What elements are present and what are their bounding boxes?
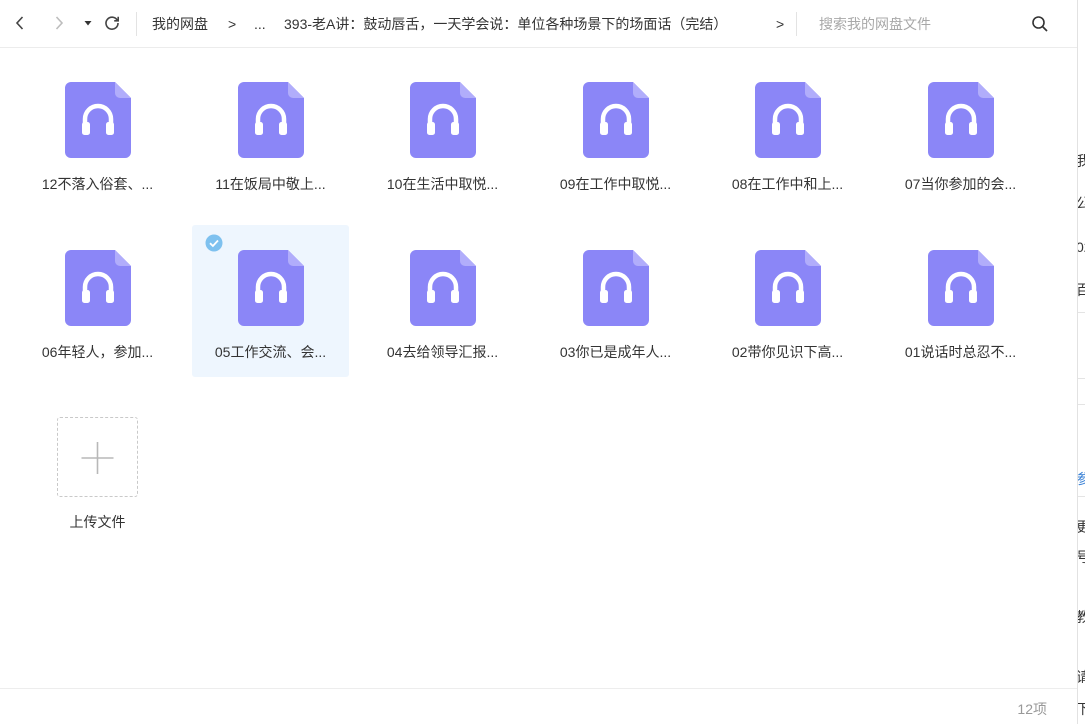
- file-item[interactable]: 02带你见识下高...: [709, 225, 866, 377]
- audio-file-icon: [583, 250, 649, 326]
- file-name: 12不落入俗套、...: [41, 176, 154, 192]
- refresh-icon: [105, 16, 119, 30]
- search-button[interactable]: [1028, 12, 1052, 36]
- breadcrumb-current-folder[interactable]: 393-老A讲：鼓动唇舌，一天学会说：单位各种场景下的场面话（完结）: [284, 14, 727, 34]
- file-item[interactable]: 01说话时总忍不...: [882, 225, 1039, 377]
- file-name: 01说话时总忍不...: [904, 344, 1017, 360]
- status-bar: 12项: [0, 688, 1077, 724]
- audio-file-icon: [583, 82, 649, 158]
- audio-file-icon: [755, 250, 821, 326]
- search-input[interactable]: [808, 10, 1018, 38]
- file-name: 03你已是成年人...: [559, 344, 672, 360]
- file-name: 11在饭局中敬上...: [215, 176, 326, 192]
- file-name: 02带你见识下高...: [731, 344, 844, 360]
- file-item[interactable]: 03你已是成年人...: [537, 225, 694, 377]
- background-text: 更: [1078, 518, 1085, 536]
- file-item[interactable]: 08在工作中和上...: [709, 57, 866, 209]
- file-item[interactable]: 05工作交流、会...: [192, 225, 349, 377]
- file-name: 08在工作中和上...: [731, 176, 844, 192]
- breadcrumb-separator: >: [228, 16, 237, 32]
- search-icon: [1032, 16, 1048, 32]
- background-text: 百: [1078, 281, 1085, 299]
- background-text: 参: [1078, 470, 1085, 488]
- breadcrumb-separator: >: [776, 16, 785, 32]
- file-name: 09在工作中取悦...: [559, 176, 672, 192]
- file-item[interactable]: 12不落入俗套、...: [19, 57, 176, 209]
- file-name: 10在生活中取悦...: [386, 176, 499, 192]
- caret-down-icon: [84, 21, 92, 26]
- file-item[interactable]: 10在生活中取悦...: [364, 57, 521, 209]
- background-text: 下: [1078, 700, 1085, 718]
- file-item[interactable]: 11在饭局中敬上...: [192, 57, 349, 209]
- background-window-edge: 我 公 02 百 参 更 号 教 请 下: [1077, 0, 1085, 724]
- background-divider: [1078, 496, 1085, 497]
- background-text: 公: [1078, 194, 1085, 212]
- checkmark-icon[interactable]: [205, 234, 223, 252]
- file-item[interactable]: 09在工作中取悦...: [537, 57, 694, 209]
- item-count: 12项: [1017, 701, 1047, 717]
- search-divider: [796, 12, 797, 36]
- file-name: 07当你参加的会...: [904, 176, 1017, 192]
- refresh-button[interactable]: [101, 12, 123, 34]
- file-name: 06年轻人，参加...: [41, 344, 154, 360]
- plus-icon: [81, 442, 114, 474]
- file-item[interactable]: 04去给领导汇报...: [364, 225, 521, 377]
- chevron-right-icon: [55, 16, 64, 30]
- audio-file-icon: [65, 250, 131, 326]
- upload-dropzone[interactable]: [57, 417, 138, 497]
- background-text: 我: [1078, 152, 1085, 170]
- file-name: 05工作交流、会...: [214, 344, 327, 360]
- chevron-left-icon: [15, 16, 24, 30]
- background-text: 请: [1078, 668, 1085, 686]
- audio-file-icon: [755, 82, 821, 158]
- back-button[interactable]: [9, 12, 31, 34]
- file-item[interactable]: 07当你参加的会...: [882, 57, 1039, 209]
- background-divider: [1078, 312, 1085, 313]
- navigation-bar: 我的网盘 > ... 393-老A讲：鼓动唇舌，一天学会说：单位各种场景下的场面…: [0, 0, 1077, 48]
- audio-file-icon: [928, 250, 994, 326]
- audio-file-icon: [238, 82, 304, 158]
- background-divider: [1078, 378, 1085, 379]
- file-item[interactable]: 06年轻人，参加...: [19, 225, 176, 377]
- history-dropdown-button[interactable]: [77, 12, 99, 34]
- background-text: 教: [1078, 608, 1085, 626]
- upload-file-label: 上传文件: [69, 514, 126, 530]
- audio-file-icon: [238, 250, 304, 326]
- file-name: 04去给领导汇报...: [386, 344, 499, 360]
- audio-file-icon: [928, 82, 994, 158]
- audio-file-icon: [410, 82, 476, 158]
- toolbar-divider: [136, 12, 137, 36]
- breadcrumb-root[interactable]: 我的网盘: [152, 14, 208, 34]
- upload-file-tile[interactable]: 上传文件: [19, 392, 176, 542]
- background-text: 02: [1078, 238, 1085, 256]
- audio-file-icon: [65, 82, 131, 158]
- forward-button[interactable]: [48, 12, 70, 34]
- background-divider: [1078, 404, 1085, 405]
- background-text: 号: [1078, 548, 1085, 566]
- audio-file-icon: [410, 250, 476, 326]
- breadcrumb-ellipsis[interactable]: ...: [254, 14, 266, 34]
